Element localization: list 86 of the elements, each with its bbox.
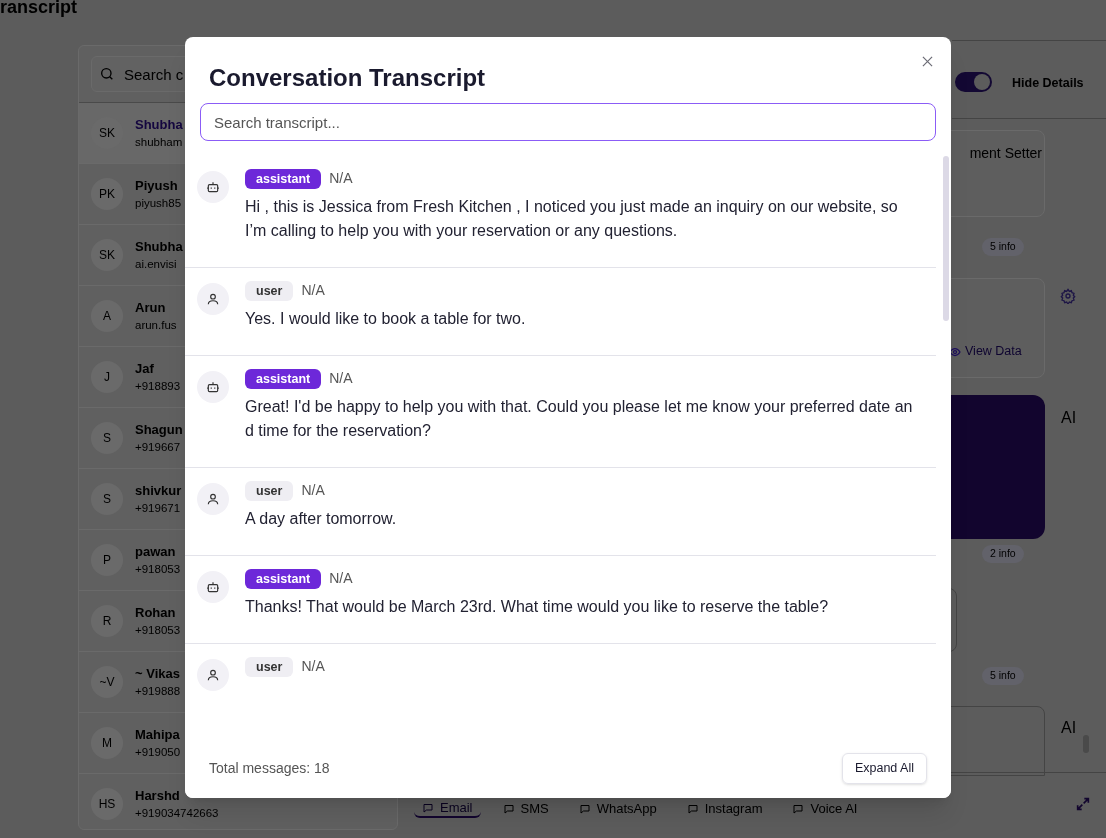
contact-detail: +919034742663 (135, 806, 219, 822)
channel-icon (792, 803, 805, 815)
channel-icon (686, 803, 699, 815)
close-icon (921, 55, 933, 67)
contact-detail: +919888 (135, 684, 181, 700)
contact-name: Harshd (135, 786, 181, 805)
channel-icon (422, 802, 434, 814)
channel-icon (578, 803, 591, 815)
message-text: Thanks! That would be March 23rd. What time would you like to reserve the table? (245, 597, 830, 617)
settings-icon[interactable] (1060, 288, 1076, 304)
message-time: N/A (329, 169, 353, 188)
info-badge: 5 info (982, 238, 1024, 256)
contact-name: Jaf (135, 359, 155, 378)
channel-tab[interactable]: Instagram (678, 800, 771, 818)
channel-icon (502, 803, 515, 815)
dialog-title: Conversation Transcript (209, 63, 486, 93)
message-time: N/A (301, 281, 325, 300)
channel-tab[interactable]: WhatsApp (570, 800, 665, 818)
contact-detail: +919667 (135, 440, 182, 456)
toggle-label: Hide Details (1012, 75, 1084, 92)
message-time: N/A (301, 481, 325, 500)
contact-detail: arun.fus (135, 318, 177, 334)
role-badge: assistant (245, 168, 322, 189)
contact-name: Piyush (135, 176, 179, 195)
expand-icon[interactable] (1075, 796, 1091, 812)
avatar-initials: M (91, 727, 123, 759)
message-text: Yes. I would like to book a table for two. (245, 309, 527, 329)
message-time: N/A (301, 657, 325, 676)
avatar-initials: HS (91, 788, 123, 820)
avatar-initials: ~V (91, 666, 123, 698)
user-icon (206, 668, 220, 682)
role-badge: user (245, 656, 294, 677)
contact-detail: shubham (135, 135, 183, 151)
message-text: Great! I'd be happy to help you with that. Could you please let me know your preferred date and time for the reservation? (245, 397, 914, 441)
robot-icon (206, 580, 220, 594)
avatar-initials: P (91, 544, 123, 576)
avatar-initials: S (91, 483, 123, 515)
role-badge: assistant (245, 368, 322, 389)
avatar-initials: R (91, 605, 123, 637)
contact-detail: +918893 (135, 379, 181, 395)
message-text: A day after tomorrow. (245, 509, 398, 529)
contact-detail: +919050 (135, 745, 181, 761)
contact-name: Shubha (135, 237, 183, 256)
contact-detail: +918053 (135, 623, 181, 639)
details-toggle[interactable] (955, 72, 992, 92)
user-icon (206, 492, 220, 506)
contact-detail: +919671 (135, 501, 182, 517)
message-time: N/A (329, 569, 353, 588)
info-badge: 2 info (982, 545, 1024, 563)
robot-icon (206, 180, 220, 194)
channel-tab[interactable]: Voice AI (784, 800, 866, 818)
info-badge: 5 info (982, 667, 1024, 685)
avatar-initials: PK (91, 178, 123, 210)
contact-detail: ai.envisi (135, 257, 178, 273)
eye-icon (949, 345, 961, 358)
channel-tab[interactable]: Email (414, 800, 481, 818)
message-time: N/A (329, 369, 353, 388)
role-badge: assistant (245, 568, 322, 589)
avatar-initials: SK (91, 239, 123, 271)
role-badge: user (245, 280, 294, 301)
contact-name: Shagun (135, 420, 183, 439)
contact-detail: piyush85 (135, 196, 182, 212)
robot-icon (206, 380, 220, 394)
contact-name: ~ Vikas (135, 664, 181, 683)
ai-avatar: AI (1061, 718, 1077, 738)
ai-avatar: AI (1061, 408, 1077, 428)
user-icon (206, 292, 220, 306)
avatar-initials: A (91, 300, 123, 332)
contact-name: Shubha (135, 115, 183, 134)
message-count: Total messages: 18 (209, 758, 330, 778)
contact-name: Rohan (135, 603, 177, 622)
message-text: Hi , this is Jessica from Fresh Kitchen , I noticed you just made an inquiry on our website, so I’m calling to help you with your reservation or any questions. (245, 197, 899, 241)
contact-detail: +918053 (135, 562, 181, 578)
channel-tab[interactable]: SMS (494, 800, 557, 818)
contact-name: shivkur (135, 481, 182, 500)
avatar-initials: J (91, 361, 123, 393)
page-title: ranscript (0, 0, 78, 19)
contact-name: Mahipa (135, 725, 181, 744)
contact-name: pawan (135, 542, 177, 561)
role-text: ment Setter (969, 144, 1042, 163)
transcript-search-field[interactable]: Search transcript... (200, 103, 936, 141)
role-badge: user (245, 480, 294, 501)
expand-all-button[interactable]: Expand All (841, 752, 927, 784)
contact-name: Arun (135, 298, 167, 317)
view-data-button[interactable]: View Data (949, 342, 1022, 361)
avatar-initials: S (91, 422, 123, 454)
